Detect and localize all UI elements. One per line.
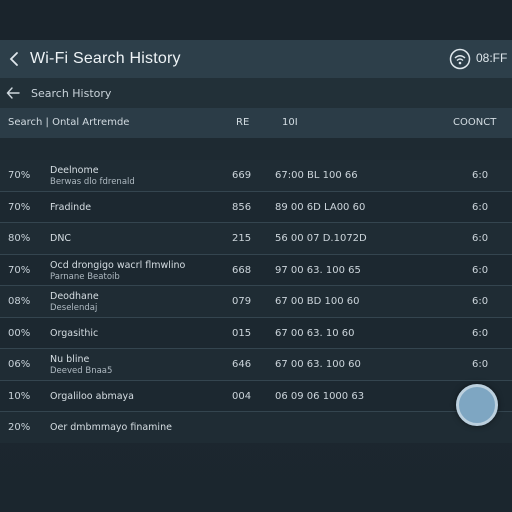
row-percent: 00% <box>8 327 31 339</box>
row-subtitle: Parnane Beatoib <box>50 271 120 282</box>
row-re: 669 <box>232 170 252 181</box>
row-name: Deodhane <box>50 291 99 302</box>
arrow-left-icon <box>9 52 18 66</box>
row-subtitle: Deselendaj <box>50 303 98 313</box>
row-name: Nu bline <box>50 354 90 365</box>
row-id: 67 00 63. 100 60 <box>275 359 361 370</box>
wifi-icon <box>449 48 471 70</box>
table-row[interactable]: 70% Ocd drongigo wacrl flmwlino Parnane … <box>0 254 512 286</box>
page-title: Wi-Fi Search History <box>30 50 181 67</box>
table-row[interactable]: 70% Deelnome Berwas dlo fdrenald 669 67:… <box>0 160 512 192</box>
row-subtitle: Berwas dlo fdrenald <box>50 177 135 187</box>
row-percent: 20% <box>8 422 31 433</box>
row-name: Oer dmbmmayo finamine <box>50 422 172 433</box>
row-id: 56 00 07 D.1072D <box>275 233 367 244</box>
row-id: 67 00 BD 100 60 <box>275 296 360 307</box>
row-re: 004 <box>232 390 252 402</box>
row-subtitle: Deeved Bnaa5 <box>50 366 113 376</box>
row-count: 6:0 <box>472 264 489 276</box>
back-button[interactable] <box>4 48 26 70</box>
sub-back-button[interactable] <box>3 83 23 103</box>
row-percent: 08% <box>8 296 31 307</box>
header-right-label: 08:FF <box>476 51 508 65</box>
table-row[interactable]: 10% Orgaliloo abmaya 004 06 09 06 1000 6… <box>0 380 512 412</box>
row-count: 6:0 <box>472 327 489 339</box>
row-name: Deelnome <box>50 165 99 176</box>
arrow-left-icon <box>6 87 20 99</box>
sub-bar: Search History <box>0 78 512 108</box>
row-name: DNC <box>50 233 72 244</box>
row-re: 856 <box>232 201 252 213</box>
table-row[interactable]: 06% Nu bline Deeved Bnaa5 646 67 00 63. … <box>0 349 512 381</box>
row-id: 89 00 6D LA00 60 <box>275 201 366 213</box>
row-percent: 70% <box>8 170 31 181</box>
row-id: 97 00 63. 100 65 <box>275 264 361 276</box>
sub-title: Search History <box>31 86 112 100</box>
row-percent: 70% <box>8 264 31 276</box>
table-row[interactable]: 20% Oer dmbmmayo finamine <box>0 412 512 443</box>
row-re: 079 <box>232 296 252 307</box>
row-count: 6:0 <box>472 359 489 370</box>
row-name: Fradinde <box>50 201 92 213</box>
table-row[interactable]: 70% Fradinde 856 89 00 6D LA00 60 6:0 <box>0 191 512 223</box>
row-name: Ocd drongigo wacrl flmwlino <box>50 259 186 271</box>
row-id: 67:00 BL 100 66 <box>275 170 358 181</box>
column-header-id[interactable]: 10I <box>282 117 298 128</box>
row-id: 06 09 06 1000 63 <box>275 390 365 402</box>
row-count: 6:0 <box>472 201 489 213</box>
app-bar: Wi-Fi Search History 08:FF <box>0 40 512 78</box>
row-id: 67 00 63. 10 60 <box>275 327 355 339</box>
row-re: 668 <box>232 264 252 276</box>
table-spacer <box>0 138 512 160</box>
table-row[interactable]: 08% Deodhane Deselendaj 079 67 00 BD 100… <box>0 286 512 318</box>
row-count: 6:0 <box>472 296 489 307</box>
row-count: 6:0 <box>472 233 489 244</box>
screen: Wi-Fi Search History 08:FF Search Histor… <box>0 0 512 512</box>
table-row[interactable]: 80% DNC 215 56 00 07 D.1072D 6:0 <box>0 223 512 255</box>
row-percent: 70% <box>8 201 31 213</box>
floating-action-button[interactable] <box>456 384 498 426</box>
table-row[interactable]: 00% Orgasithic 015 67 00 63. 10 60 6:0 <box>0 317 512 349</box>
column-header-search[interactable]: Search | Ontal Artremde <box>8 117 129 128</box>
row-percent: 10% <box>8 390 31 402</box>
row-re: 646 <box>232 359 252 370</box>
table-body: 70% Deelnome Berwas dlo fdrenald 669 67:… <box>0 160 512 443</box>
row-re: 215 <box>232 233 252 244</box>
row-count: 6:0 <box>472 170 489 181</box>
row-name: Orgaliloo abmaya <box>50 390 135 402</box>
status-area <box>0 0 512 40</box>
row-percent: 80% <box>8 233 31 244</box>
table-header: Search | Ontal Artremde RE 10I COONCT <box>0 108 512 138</box>
row-percent: 06% <box>8 359 31 370</box>
column-header-re[interactable]: RE <box>236 117 249 128</box>
row-name: Orgasithic <box>50 327 99 339</box>
wifi-button[interactable] <box>449 48 471 70</box>
column-header-count[interactable]: COONCT <box>453 117 496 128</box>
row-re: 015 <box>232 327 252 339</box>
